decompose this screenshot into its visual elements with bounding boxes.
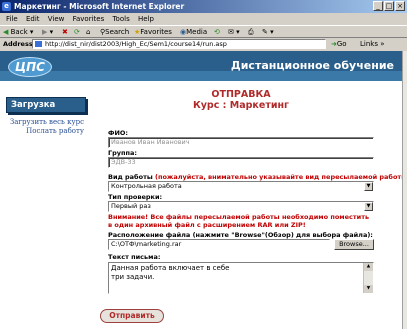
worktype-label-text: Вид работы [108,173,153,181]
checktype-label: Тип проверки: [108,193,163,201]
stop-icon: ✖ [62,28,68,36]
go-label: Go [336,40,347,48]
textarea-scrollbar[interactable]: ▲ ▼ [363,263,373,293]
archive-warning: Внимание! Все файлы пересылаемой работы … [108,213,370,229]
ie-logo-icon: e [2,2,11,11]
menu-bar: File Edit View Favorites Tools Help [0,13,407,25]
checktype-value: Первый раз [111,202,151,210]
file-label: Расположение файла (нажмите "Browse"(Обз… [108,231,373,239]
maximize-button[interactable]: □ [384,1,394,11]
letter-label: Текст письма: [108,253,161,261]
page-content: ЦПС Дистанционное обучение Загрузка курс… [0,51,402,329]
scroll-down-icon[interactable]: ▼ [364,285,373,293]
site-banner: ЦПС Дистанционное обучение [0,51,402,81]
edit-icon: ✎ [262,28,268,36]
back-arrow-icon: ◀ [3,28,9,36]
links-button[interactable]: Links » [360,39,385,49]
search-button[interactable]: ⚲Search [100,27,129,37]
worktype-value: Контрольная работа [111,182,182,190]
menu-favorites[interactable]: Favorites [73,13,105,25]
site-logo[interactable]: ЦПС [8,57,52,77]
stop-button[interactable]: ✖ [62,27,68,37]
forward-button[interactable]: ▶ ▾ [42,27,53,37]
print-icon: ⎙ [248,28,254,36]
sidebar: Загрузка курса Загрузить весь курс Посла… [6,97,86,136]
page-icon [35,41,42,47]
submit-button[interactable]: Отправить [100,309,164,323]
refresh-icon: ⟳ [74,28,80,36]
browse-button[interactable]: Browse... [334,239,374,250]
checktype-select[interactable]: Первый раз ▼ [108,201,374,212]
mail-icon: ✉ [228,28,234,36]
forward-arrow-icon: ▶ [42,28,48,36]
scroll-up-icon[interactable]: ▲ [364,263,373,271]
media-label: Media [186,28,208,36]
file-path-input[interactable]: C:\ОТФ\marketing.rar [108,239,330,250]
fio-field[interactable]: Иванов Иван Иванович [108,137,374,148]
home-icon: ⌂ [86,28,91,36]
mail-button[interactable]: ✉ ▾ [228,27,240,37]
media-button[interactable]: ◉Media [180,27,207,37]
menu-edit[interactable]: Edit [26,13,40,25]
worktype-select[interactable]: Контрольная работа ▼ [108,181,374,192]
page-heading: ОТПРАВКА [211,89,271,100]
links-label: Links [360,40,378,48]
refresh-button[interactable]: ⟳ [74,27,80,37]
history-icon: ⟲ [214,28,220,36]
chevron-down-icon: ▼ [364,202,373,211]
address-bar: Address http://dist_nir/dist2003/High_Ec… [0,38,407,50]
back-label: Back [10,28,28,36]
course-heading: Курс : Маркетинг [192,100,290,111]
sidebar-link-send-work[interactable]: Послать работу [6,127,86,136]
letter-line-1: Данная работа включает в себе [111,264,230,272]
menu-file[interactable]: File [6,13,18,25]
close-button[interactable]: × [395,1,405,11]
menu-view[interactable]: View [48,13,65,25]
edit-button[interactable]: ✎ ▾ [262,27,274,37]
favorites-button[interactable]: ★Favorites [134,27,172,37]
home-button[interactable]: ⌂ [86,27,90,37]
history-button[interactable]: ⟲ [214,27,220,37]
toolbar: ◀ Back ▾ ▶ ▾ ✖ ⟳ ⌂ ⚲Search ★Favorites ◉M… [0,25,407,38]
address-label: Address [3,40,33,48]
address-input[interactable]: http://dist_nir/dist2003/High_Ec/Sem1/co… [32,39,326,49]
search-label: Search [105,28,130,36]
letter-line-2: три задачи. [111,273,155,281]
back-button[interactable]: ◀ Back ▾ [3,27,33,37]
chevron-down-icon: ▼ [364,182,373,191]
letter-textarea[interactable]: Данная работа включает в себе три задачи… [108,262,374,294]
worktype-note: (пожалуйста, внимательно указывайте вид … [154,173,402,181]
group-field[interactable]: ЭДВ-33 [108,157,374,168]
sidebar-link-load-course[interactable]: Загрузить весь курс [6,118,86,127]
worktype-label: Вид работы (пожалуйста, внимательно указ… [108,173,402,181]
address-url: http://dist_nir/dist2003/High_Ec/Sem1/co… [45,40,227,48]
page-scrollbar[interactable] [402,51,407,329]
menu-tools[interactable]: Tools [112,13,129,25]
window-title: Маркетинг - Microsoft Internet Explorer [14,2,185,11]
favorites-label: Favorites [140,28,172,36]
group-label: Группа: [108,149,137,157]
go-button[interactable]: ➜Go [331,39,347,49]
menu-help[interactable]: Help [138,13,154,25]
minimize-button[interactable]: _ [373,1,383,11]
fio-label: ФИО: [108,129,129,137]
banner-title: Дистанционное обучение [230,59,394,72]
sidebar-header: Загрузка курса [6,97,86,124]
print-button[interactable]: ⎙ [248,27,254,37]
window-titlebar: e Маркетинг - Microsoft Internet Explore… [0,0,407,13]
